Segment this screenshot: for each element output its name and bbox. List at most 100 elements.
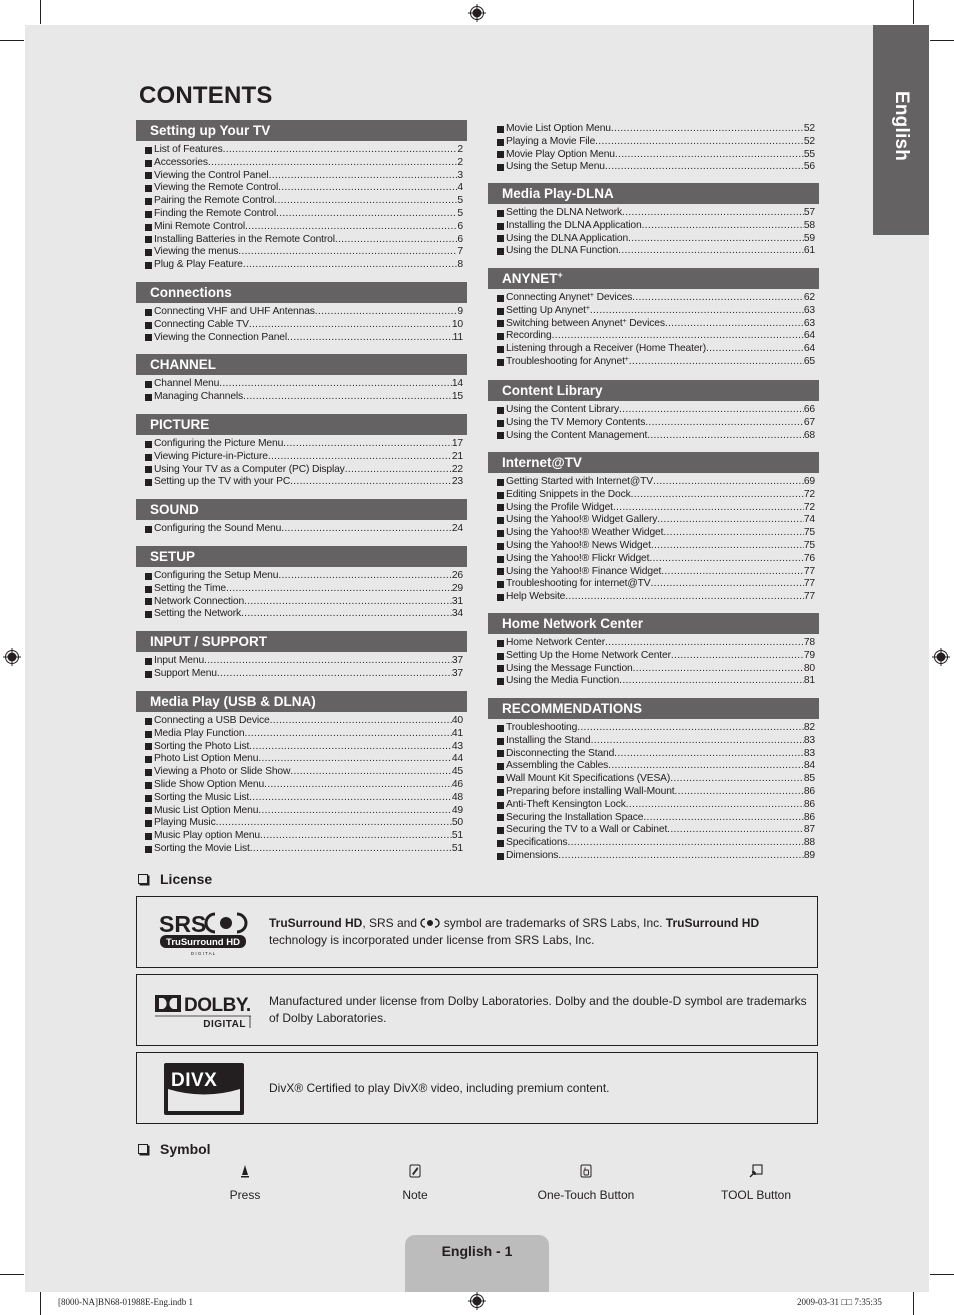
toc-entry[interactable]: Using the Setup Menu 56 [497,161,815,174]
language-tab: English [873,25,929,235]
toc-entry[interactable]: Preparing before installing Wall-Mount 86 [497,786,815,799]
dot-leader [558,850,804,863]
toc-entry[interactable]: Viewing Picture-in-Picture 21 [145,451,463,464]
toc-entry[interactable]: Accessories 2 [145,157,463,170]
toc-entry[interactable]: Help Website 77 [497,591,815,604]
toc-entry[interactable]: Troubleshooting for internet@TV 77 [497,578,815,591]
toc-entry-label: Switching between Anynet+ Devices [506,317,665,329]
toc-page-number: 52 [803,123,815,134]
toc-entry[interactable]: Sorting the Photo List 43 [145,741,463,754]
toc-entry[interactable]: Editing Snippets in the Dock 72 [497,489,815,502]
toc-entry[interactable]: Wall Mount Kit Specifications (VESA) 85 [497,773,815,786]
toc-entry[interactable]: Setting the Time 29 [145,583,463,596]
toc-entry[interactable]: Photo List Option Menu 44 [145,753,463,766]
toc-entry[interactable]: Configuring the Setup Menu 26 [145,570,463,583]
toc-entry[interactable]: Installing the Stand 83 [497,735,815,748]
toc-entry[interactable]: Using Your TV as a Computer (PC) Display… [145,464,463,477]
toc-entry[interactable]: Setting the DLNA Network 57 [497,207,815,220]
square-bullet-icon [497,138,504,146]
toc-entry[interactable]: Switching between Anynet+ Devices 63 [497,318,815,331]
toc-entry[interactable]: Pairing the Remote Control 5 [145,195,463,208]
toc-entry[interactable]: Recording 64 [497,330,815,343]
toc-entry[interactable]: Setting the Network 34 [145,608,463,621]
toc-entry[interactable]: Sorting the Music List 48 [145,792,463,805]
square-bullet-icon [145,236,152,244]
toc-entry[interactable]: Setting Up Anynet+ 63 [497,305,815,318]
toc-entry[interactable]: Playing a Movie File 52 [497,136,815,149]
toc-entry[interactable]: List of Features 2 [145,144,463,157]
toc-entry[interactable]: Mini Remote Control 6 [145,221,463,234]
toc-entry[interactable]: Dimensions 89 [497,850,815,863]
toc-entry[interactable]: Home Network Center 78 [497,637,815,650]
toc-entry[interactable]: Connecting Cable TV 10 [145,319,463,332]
toc-entry[interactable]: Viewing the menus 7 [145,246,463,259]
toc-entry[interactable]: Using the Yahoo!® Weather Widget 75 [497,527,815,540]
toc-entry[interactable]: Viewing a Photo or Slide Show 45 [145,766,463,779]
toc-entry[interactable]: Connecting Anynet+ Devices 62 [497,292,815,305]
toc-entry-label: Playing Music [154,817,216,829]
toc-entry[interactable]: Managing Channels 15 [145,391,463,404]
toc-entry[interactable]: Configuring the Picture Menu 17 [145,438,463,451]
toc-entry[interactable]: Using the TV Memory Contents 67 [497,417,815,430]
toc-entry[interactable]: Viewing the Connection Panel 11 [145,332,463,345]
srs-trusurround-hd-logo: SRS TruSurround HD D I G I T A L [159,911,248,956]
toc-entry[interactable]: Listening through a Receiver (Home Theat… [497,343,815,356]
toc-entry[interactable]: Using the DLNA Application 59 [497,233,815,246]
toc-entry[interactable]: Input Menu 37 [145,655,463,668]
toc-entry[interactable]: Specifications 88 [497,837,815,850]
toc-entry-label: Setting the Time [154,582,227,594]
toc-entry[interactable]: Using the Message Function 80 [497,663,815,676]
toc-entry[interactable]: Troubleshooting 82 [497,722,815,735]
toc-entry[interactable]: Configuring the Sound Menu 24 [145,523,463,536]
toc-entry[interactable]: Setting up the TV with your PC 23 [145,476,463,489]
toc-entry[interactable]: Anti-Theft Kensington Lock 86 [497,799,815,812]
toc-entry[interactable]: Using the Content Management 68 [497,430,815,443]
dot-leader [633,663,804,676]
toc-entry[interactable]: Installing Batteries in the Remote Contr… [145,234,463,247]
toc-page-number: 72 [803,488,815,500]
toc-entry[interactable]: Using the Content Library 66 [497,404,815,417]
toc-entry[interactable]: Using the Media Function 81 [497,675,815,688]
toc-entry[interactable]: Securing the TV to a Wall or Cabinet 87 [497,824,815,837]
toc-entry[interactable]: Viewing the Remote Control 4 [145,182,463,195]
toc-entry[interactable]: Channel Menu 14 [145,378,463,391]
square-bullet-icon [145,321,152,329]
toc-entry[interactable]: Using the Profile Widget 72 [497,502,815,515]
toc-entry[interactable]: Using the Yahoo!® Flickr Widget 76 [497,553,815,566]
toc-entry[interactable]: Music List Option Menu 49 [145,805,463,818]
toc-entry[interactable]: Support Menu 37 [145,668,463,681]
toc-entry[interactable]: Installing the DLNA Application 58 [497,220,815,233]
toc-entry[interactable]: Setting Up the Home Network Center 79 [497,650,815,663]
toc-entry[interactable]: Using the Yahoo!® Widget Gallery 74 [497,514,815,527]
toc-entry[interactable]: Using the Yahoo!® Finance Widget 77 [497,566,815,579]
toc-entry[interactable]: Playing Music 50 [145,817,463,830]
toc-entry[interactable]: Getting Started with Internet@TV 69 [497,476,815,489]
toc-entry[interactable]: Movie Play Option Menu 55 [497,149,815,162]
toc-entry[interactable]: Using the DLNA Function 61 [497,245,815,258]
toc-entry[interactable]: Music Play option Menu 51 [145,830,463,843]
toc-page-number: 49 [451,804,463,816]
toc-entry[interactable]: Connecting VHF and UHF Antennas 9 [145,306,463,319]
toc-entry[interactable]: Movie List Option Menu 52 [497,123,815,136]
toc-entry[interactable]: Media Play Function 41 [145,728,463,741]
toc-entry[interactable]: Viewing the Control Panel 3 [145,170,463,183]
square-bullet-icon [497,542,504,550]
toc-entry[interactable]: Finding the Remote Control 5 [145,208,463,221]
dot-leader [567,837,803,850]
toc-page-number: 69 [803,476,815,487]
toc-entry[interactable]: Plug & Play Feature 8 [145,259,463,272]
toc-entry[interactable]: Network Connection 31 [145,596,463,609]
toc-page-number: 26 [451,570,463,581]
toc-entry[interactable]: Assembling the Cables 84 [497,760,815,773]
dot-leader [605,161,804,174]
toc-entry[interactable]: Disconnecting the Stand 83 [497,748,815,761]
toc-entry-label: Plug & Play Feature [154,259,243,271]
page-title: CONTENTS [139,82,273,109]
toc-entry[interactable]: Securing the Installation Space 86 [497,812,815,825]
toc-entry[interactable]: Sorting the Movie List 51 [145,843,463,856]
toc-entry[interactable]: Slide Show Option Menu 46 [145,779,463,792]
license-item-srs: SRS TruSurround HD D I G I T A L TruSurr… [136,896,818,968]
toc-entry[interactable]: Connecting a USB Device 40 [145,715,463,728]
toc-entry[interactable]: Using the Yahoo!® News Widget 75 [497,540,815,553]
toc-entry[interactable]: Troubleshooting for Anynet+ 65 [497,356,815,369]
